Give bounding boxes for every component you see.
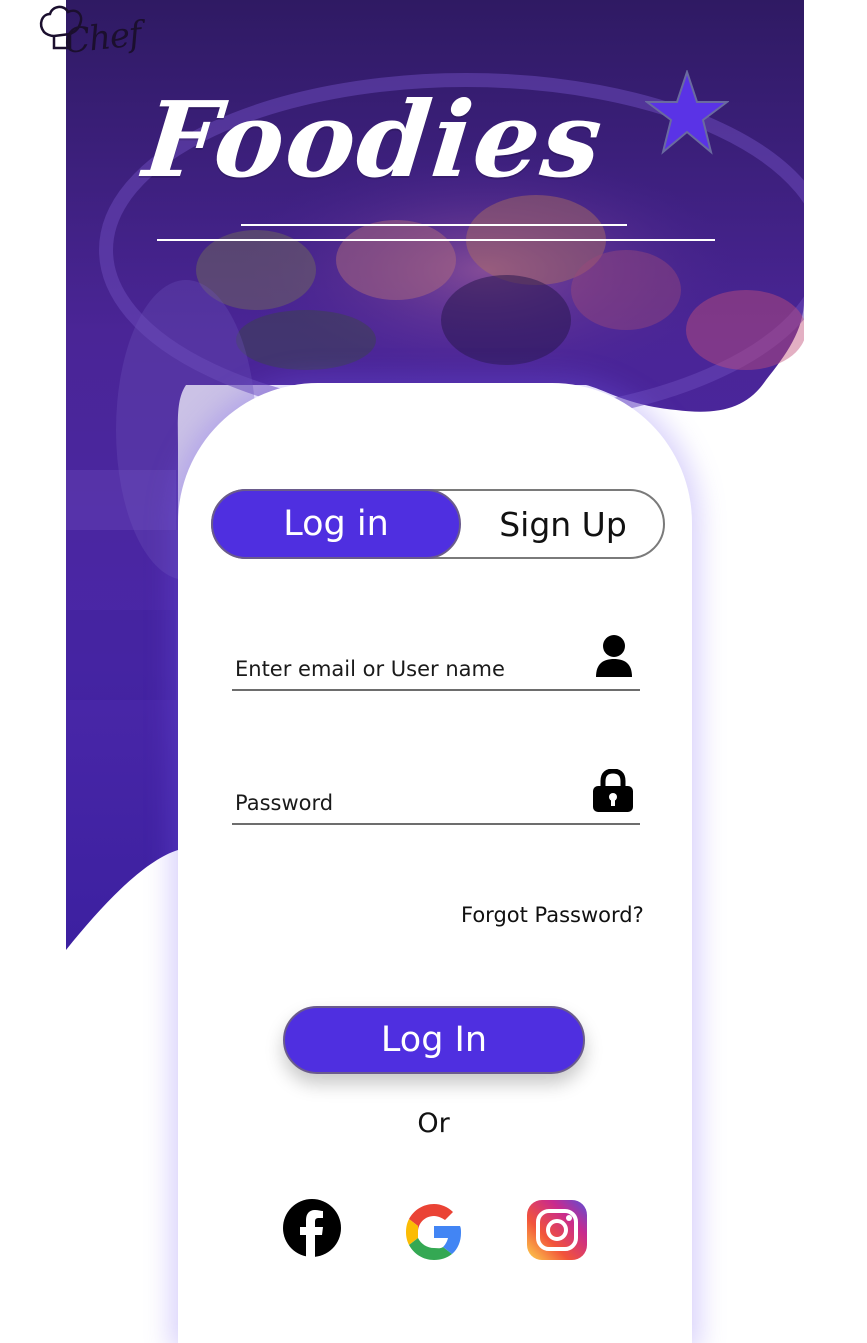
facebook-icon[interactable] (282, 1198, 346, 1262)
email-field[interactable]: Enter email or User name (232, 629, 640, 691)
chef-logo: Chef (20, 0, 143, 80)
brand-header: Foodies (139, 78, 665, 228)
password-field[interactable]: Password (232, 763, 640, 825)
brand-title: Foodies (138, 78, 610, 201)
lock-icon (592, 768, 634, 817)
or-separator: Or (417, 1108, 450, 1139)
password-placeholder: Password (235, 791, 334, 815)
login-button[interactable]: Log In (283, 1006, 585, 1074)
title-underline-top (241, 224, 627, 226)
user-icon (594, 633, 634, 683)
title-underline-bottom (157, 239, 715, 241)
instagram-icon[interactable] (525, 1198, 589, 1262)
email-placeholder: Enter email or User name (235, 657, 505, 681)
tab-login[interactable]: Log in (211, 489, 461, 559)
star-icon (645, 70, 729, 155)
logo-text: Chef (62, 14, 143, 62)
google-icon[interactable] (403, 1200, 467, 1264)
tab-signup[interactable]: Sign Up (463, 491, 663, 557)
auth-tab-toggle: Log in Sign Up (211, 489, 665, 559)
forgot-password-link[interactable]: Forgot Password? (461, 903, 644, 927)
